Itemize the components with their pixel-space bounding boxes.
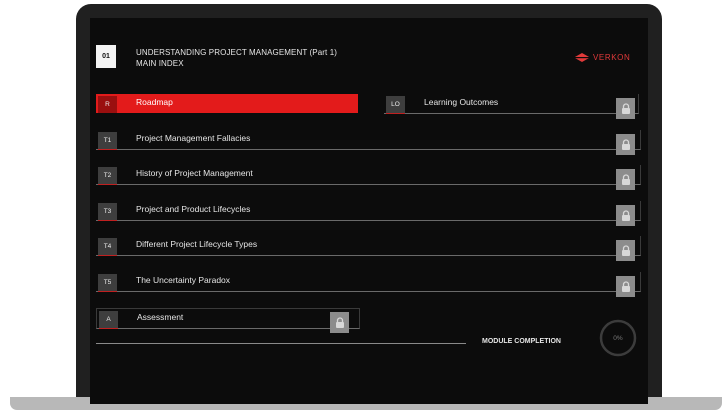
- menu-item-roadmap[interactable]: R Roadmap: [96, 94, 358, 113]
- menu-tag: R: [98, 96, 117, 113]
- lock-icon: [616, 134, 635, 155]
- menu-tag: T2: [98, 167, 117, 185]
- lock-icon: [616, 169, 635, 190]
- menu-item-label: Learning Outcomes: [424, 97, 499, 107]
- lock-icon: [616, 240, 635, 261]
- menu-item-label: Project Management Fallacies: [136, 133, 251, 143]
- menu-item-label: The Uncertainty Paradox: [136, 275, 231, 285]
- module-title: UNDERSTANDING PROJECT MANAGEMENT (Part 1…: [136, 48, 338, 57]
- menu-item-learning-outcomes[interactable]: LO Learning Outcomes: [384, 94, 639, 114]
- brand-logo: VERKON: [574, 53, 630, 62]
- page-subtitle: MAIN INDEX: [136, 59, 184, 68]
- verkon-logo-icon: [574, 53, 590, 62]
- menu-item-t3[interactable]: T3 Project and Product Lifecycles: [96, 201, 641, 221]
- menu-item-t5[interactable]: T5 The Uncertainty Paradox: [96, 272, 641, 292]
- menu-item-label: Project and Product Lifecycles: [136, 204, 251, 214]
- menu-item-label: History of Project Management: [136, 168, 253, 178]
- menu-item-t4[interactable]: T4 Different Project Lifecycle Types: [96, 236, 641, 256]
- menu-item-label: Assessment: [137, 312, 184, 322]
- divider: [96, 343, 466, 344]
- menu-tag: T5: [98, 274, 117, 292]
- menu-item-label: Different Project Lifecycle Types: [136, 239, 258, 249]
- module-completion-label: MODULE COMPLETION: [482, 338, 561, 345]
- brand-name: VERKON: [593, 53, 631, 62]
- menu-tag: LO: [386, 96, 405, 114]
- module-number: 01: [96, 45, 116, 68]
- menu-tag: T4: [98, 238, 117, 256]
- menu-item-t2[interactable]: T2 History of Project Management: [96, 165, 641, 185]
- lock-icon: [616, 98, 635, 119]
- menu-item-t1[interactable]: T1 Project Management Fallacies: [96, 130, 641, 150]
- menu-item-assessment[interactable]: A Assessment: [96, 308, 360, 329]
- lock-icon: [616, 276, 635, 297]
- menu-tag: T1: [98, 132, 117, 150]
- menu-item-label: Roadmap: [136, 97, 173, 107]
- lock-icon: [330, 312, 349, 333]
- menu-tag: A: [99, 311, 118, 329]
- completion-percent: 0%: [613, 334, 623, 342]
- menu-tag: T3: [98, 203, 117, 221]
- course-screen: 01 UNDERSTANDING PROJECT MANAGEMENT (Par…: [90, 18, 648, 404]
- lock-icon: [616, 205, 635, 226]
